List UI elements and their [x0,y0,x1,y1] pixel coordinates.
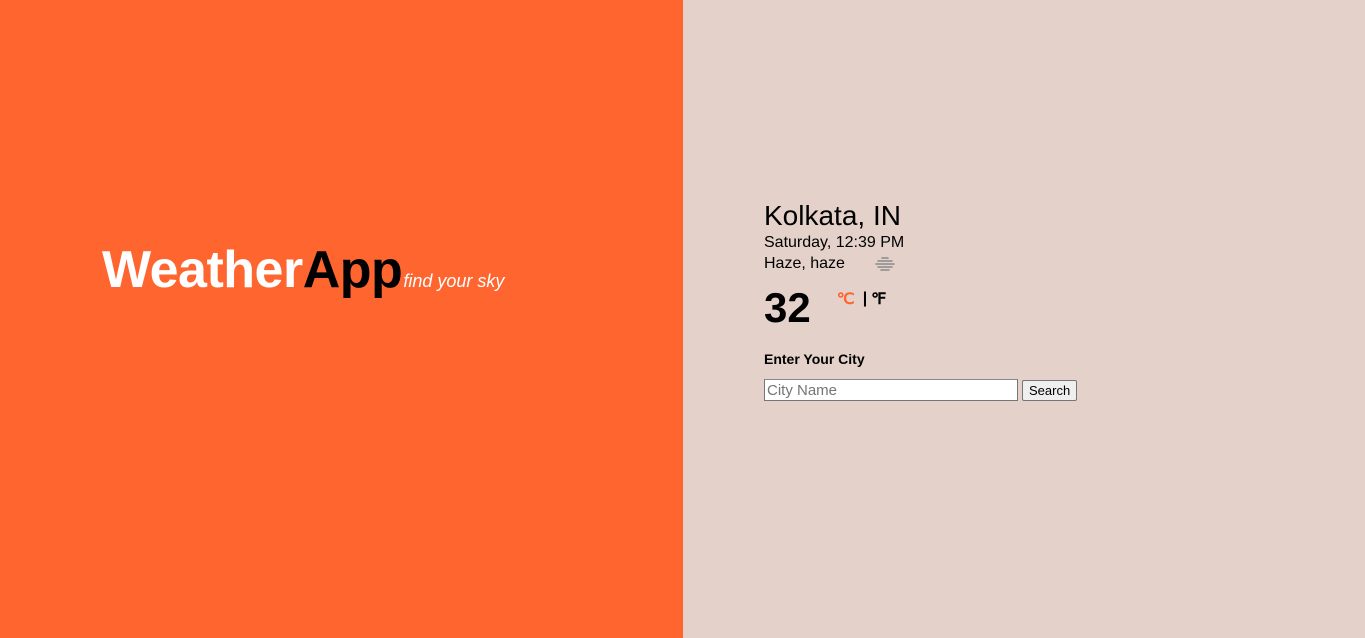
city-search-input[interactable] [764,379,1018,401]
weather-panel: Kolkata, IN Saturday, 12:39 PM Haze, haz… [683,0,1365,638]
unit-separator: | [862,290,868,307]
weather-condition: Haze, haze [764,255,845,272]
condition-row: Haze, haze [764,253,1077,275]
temperature-row: 32 ℃ | ℉ [764,285,1077,331]
search-form: Search [764,379,1078,401]
search-button[interactable]: Search [1022,379,1078,401]
brand-tagline: find your sky [403,271,505,291]
page: Weather App find your sky Kolkata, IN Sa… [0,0,1365,638]
brand-logo: Weather App find your sky [102,240,504,300]
brand-name-weather: Weather [102,241,303,299]
temperature-value: 32 [764,284,811,331]
weather-card: Kolkata, IN Saturday, 12:39 PM Haze, haz… [764,199,1078,401]
city-input-label: Enter Your City [764,351,865,367]
haze-icon [873,256,897,272]
date-time: Saturday, 12:39 PM [764,234,905,251]
city-name: Kolkata, IN [764,200,901,231]
fahrenheit-link[interactable]: ℉ [871,289,886,309]
celsius-link[interactable]: ℃ [837,289,855,309]
brand-panel: Weather App find your sky [0,0,683,638]
unit-toggle: ℃ | ℉ [837,289,887,309]
brand-name-app: App [302,241,403,299]
